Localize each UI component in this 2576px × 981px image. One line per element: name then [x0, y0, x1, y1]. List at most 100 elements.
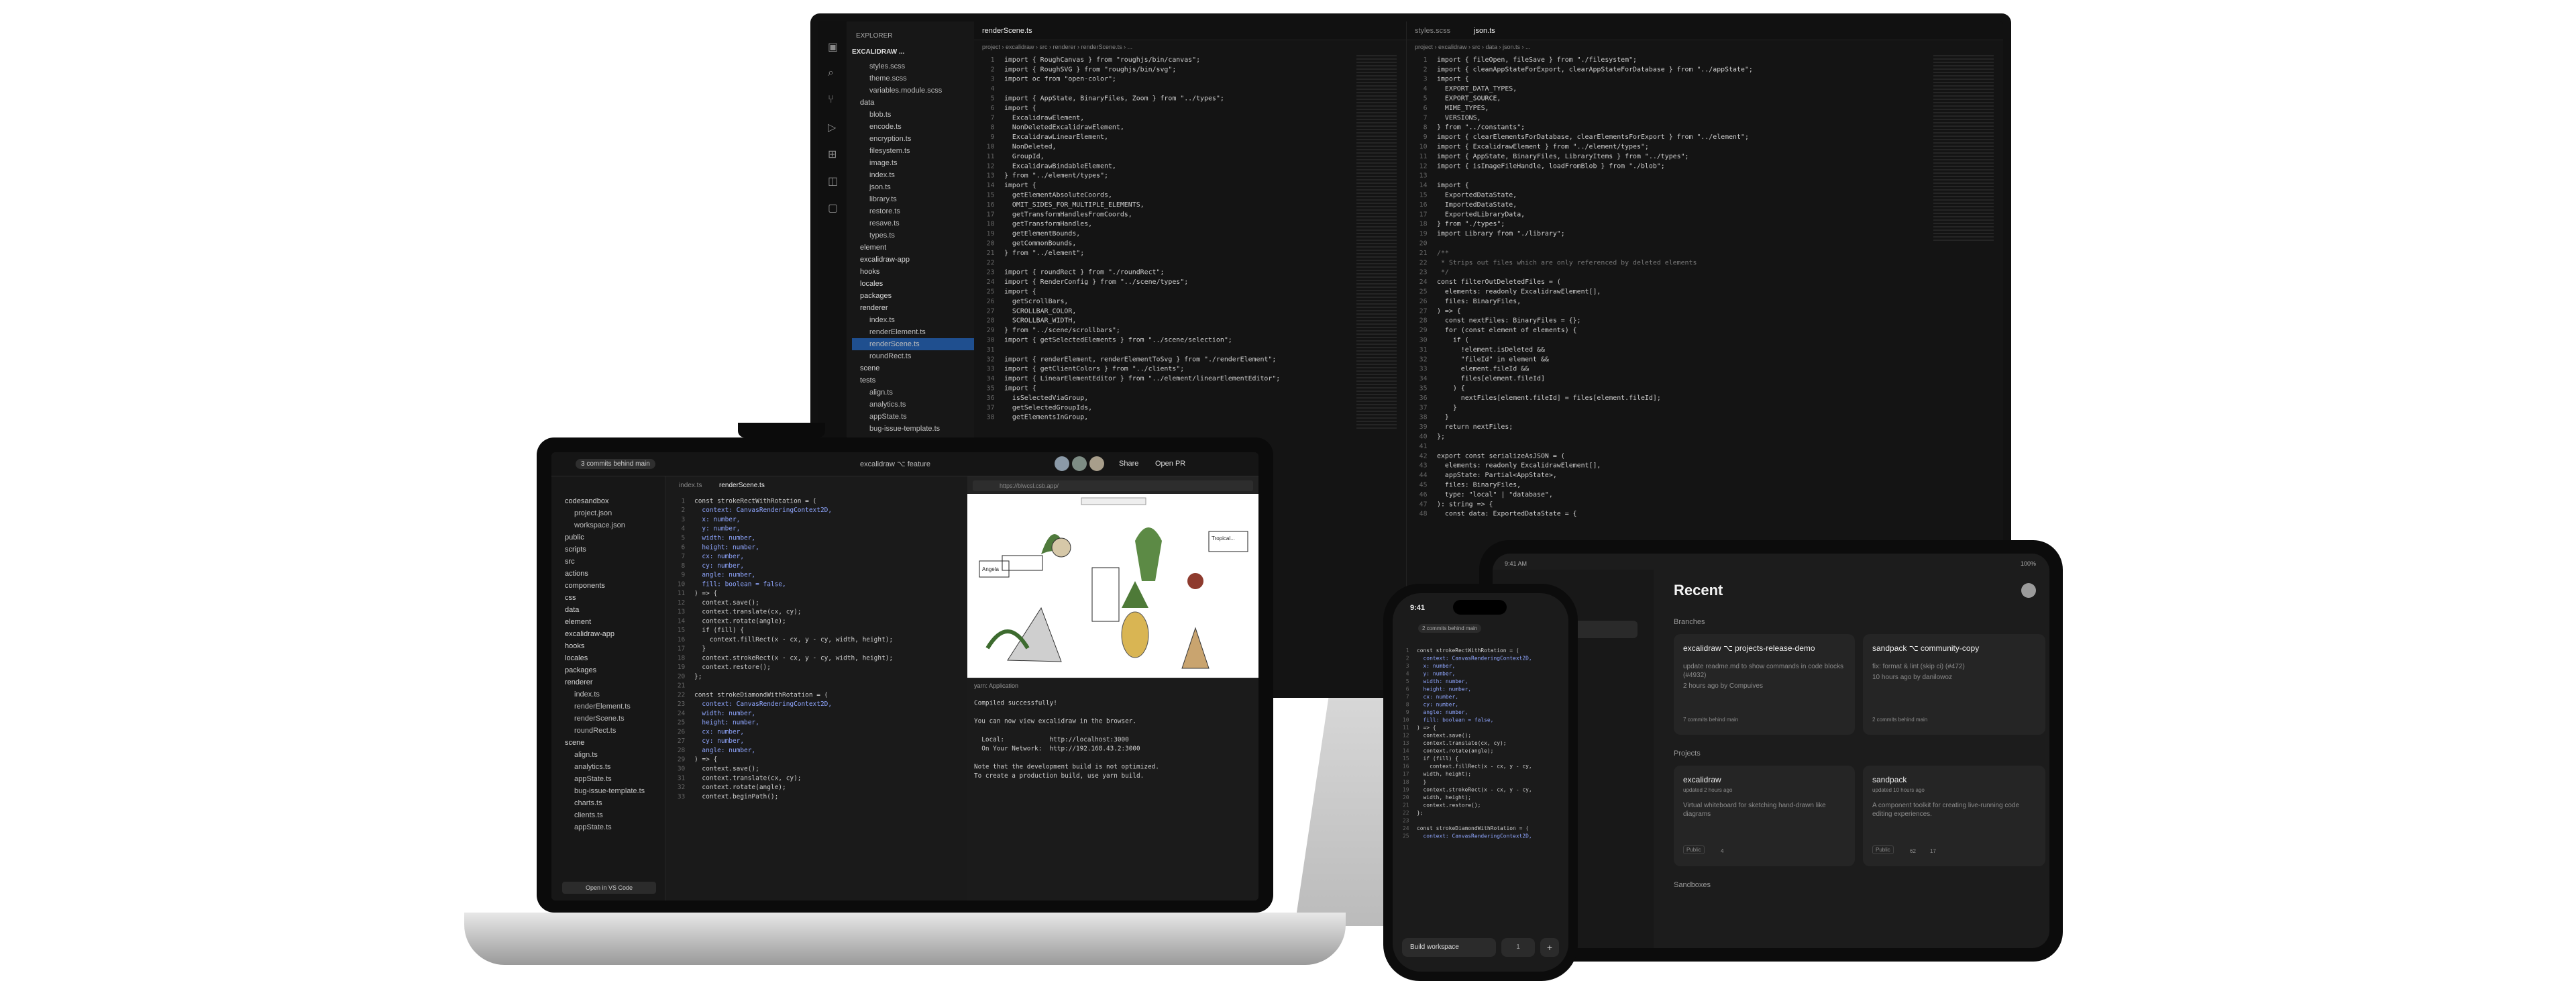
code-line[interactable]: 15 ExportedDataState,: [1407, 191, 1854, 200]
code-area-right[interactable]: 1 import { fileOpen, fileSave } from "./f…: [1407, 55, 1854, 519]
code-line[interactable]: 33 import { getClientColors } from "../cl…: [974, 364, 1312, 374]
url-bar[interactable]: https://blwcsl.csb.app/: [973, 480, 1253, 491]
tree-item[interactable]: renderElement.ts: [557, 701, 664, 713]
code-line[interactable]: 32 import { renderElement, renderElementT…: [974, 354, 1312, 364]
code-line[interactable]: 15 getElementAbsoluteCoords,: [974, 191, 1312, 200]
minimap-right[interactable]: [1933, 55, 1994, 243]
code-line[interactable]: Compiled successfully!: [974, 699, 1214, 708]
code-line[interactable]: 9 angle: number,: [665, 570, 965, 580]
tree-item[interactable]: resave.ts: [852, 217, 974, 229]
code-line[interactable]: 26 cx: number,: [665, 727, 965, 737]
code-line[interactable]: 7 VERSIONS,: [1407, 113, 1854, 122]
tree-item[interactable]: scene: [852, 362, 974, 374]
add-icon[interactable]: +: [1540, 938, 1559, 957]
code-line[interactable]: 22: [974, 258, 1312, 267]
code-line[interactable]: 18} from "./types";: [1407, 219, 1854, 229]
code-line[interactable]: 19 import Library from "./library";: [1407, 229, 1854, 238]
tree-item[interactable]: image.ts: [852, 157, 974, 169]
tree-item[interactable]: renderer: [852, 302, 974, 314]
code-line[interactable]: 23 */: [1407, 268, 1854, 277]
tree-item[interactable]: index.ts: [852, 314, 974, 326]
code-line[interactable]: 15 if (fill) {: [665, 626, 965, 635]
code-line[interactable]: 9 import { clearElementsForDatabase, clea…: [1407, 132, 1854, 142]
tree-item[interactable]: charts.ts: [557, 797, 664, 809]
tab-json[interactable]: json.ts: [1474, 27, 1495, 35]
tab-renderscene[interactable]: renderScene.ts: [719, 482, 765, 489]
tree-item[interactable]: renderScene.ts: [557, 713, 664, 725]
code-line[interactable]: 20: [1407, 239, 1854, 248]
code-line[interactable]: 5 width: number,: [1393, 678, 1552, 686]
code-line[interactable]: 23 import { roundRect } from "./roundRect…: [974, 268, 1312, 277]
tree-item[interactable]: encode.ts: [852, 121, 974, 133]
code-line[interactable]: 2 import { cleanAppStateForExport, clearA…: [1407, 64, 1854, 74]
code-line[interactable]: 5 width: number,: [665, 533, 965, 543]
open-vscode-button[interactable]: Open in VS Code: [562, 882, 656, 894]
code-line[interactable]: Note that the development build is not o…: [974, 762, 1214, 772]
code-line[interactable]: 4: [974, 84, 1312, 93]
code-line[interactable]: 32 context.rotate(angle);: [665, 783, 965, 792]
tree-item[interactable]: align.ts: [852, 386, 974, 399]
code-line[interactable]: 34 import { LinearElementEditor } from ".…: [974, 374, 1312, 383]
code-line[interactable]: 17 ExportedLibraryData,: [1407, 209, 1854, 219]
code-line[interactable]: 8 cy: number,: [1393, 701, 1552, 709]
code-line[interactable]: 9 angle: number,: [1393, 709, 1552, 717]
code-line[interactable]: 8 NonDeletedExcalidrawElement,: [974, 123, 1312, 132]
code-line[interactable]: 1 const strokeRectWithRotation = (: [1393, 647, 1552, 655]
code-line[interactable]: 7 cx: number,: [1393, 693, 1552, 701]
code-line[interactable]: 24 width: number,: [665, 709, 965, 718]
tree-item[interactable]: tests: [852, 374, 974, 386]
avatar[interactable]: [1055, 456, 1069, 471]
tree-item[interactable]: scripts: [557, 544, 664, 556]
source-control-icon[interactable]: ⑂: [828, 94, 835, 106]
tree-item[interactable]: restore.ts: [852, 205, 974, 217]
code-line[interactable]: 18 context.strokeRect(x - cx, y - cy, wi…: [665, 654, 965, 663]
code-line[interactable]: 35 import {: [974, 384, 1312, 393]
tree-item[interactable]: actions: [557, 568, 664, 580]
branch-card[interactable]: excalidraw ⌥ projects-release-demo updat…: [1674, 634, 1855, 735]
code-line[interactable]: 20 width, height);: [1393, 794, 1552, 802]
tree-item[interactable]: index.ts: [557, 688, 664, 701]
code-line[interactable]: 30 if (: [1407, 335, 1854, 345]
tree-item[interactable]: excalidraw-app: [852, 254, 974, 266]
code-line[interactable]: 10 NonDeleted,: [974, 142, 1312, 152]
code-line[interactable]: 3 x: number,: [1393, 662, 1552, 670]
code-line[interactable]: 19 context.strokeRect(x - cx, y - cy,: [1393, 786, 1552, 794]
tree-item[interactable]: appState.ts: [557, 821, 664, 833]
page-counter[interactable]: 1: [1501, 938, 1535, 957]
code-line[interactable]: 22 const strokeDiamondWithRotation = (: [665, 690, 965, 700]
tree-item[interactable]: data: [852, 97, 974, 109]
code-line[interactable]: 28 angle: number,: [665, 746, 965, 756]
code-line[interactable]: 11) => {: [1393, 724, 1552, 732]
code-line[interactable]: 27 cy: number,: [665, 737, 965, 746]
code-line[interactable]: 18 }: [1393, 778, 1552, 786]
search-icon[interactable]: ⌕: [828, 67, 834, 79]
tree-item[interactable]: bug-issue-template.ts: [557, 785, 664, 797]
project-card[interactable]: excalidraw updated 2 hours ago Virtual w…: [1674, 766, 1855, 866]
code-line[interactable]: 1 import { RoughCanvas } from "roughjs/bi…: [974, 55, 1312, 64]
code-line[interactable]: 12 import { isImageFileHandle, loadFromBl…: [1407, 161, 1854, 170]
branch-badge[interactable]: 2 commits behind main: [1418, 624, 1482, 633]
code-line[interactable]: 46 type: "local" | "database",: [1407, 490, 1854, 499]
code-line[interactable]: 24 import { RenderConfig } from "../scene…: [974, 277, 1312, 287]
code-line[interactable]: 17 width, height);: [1393, 770, 1552, 778]
code-line[interactable]: 11 GroupId,: [974, 152, 1312, 161]
code-line[interactable]: 47): string => {: [1407, 499, 1854, 509]
code-line[interactable]: Local: http://localhost:3000: [974, 735, 1214, 744]
code-line[interactable]: 10 fill: boolean = false,: [665, 580, 965, 589]
code-line[interactable]: [974, 708, 1214, 717]
tree-item[interactable]: appState.ts: [557, 773, 664, 785]
code-line[interactable]: 29} from "../scene/scrollbars";: [974, 325, 1312, 335]
code-line[interactable]: 45 files: BinaryFiles,: [1407, 480, 1854, 490]
excalidraw-canvas[interactable]: Angela Tropical...: [967, 494, 1258, 678]
project-name[interactable]: EXCALIDRAW ...: [852, 48, 904, 56]
code-line[interactable]: 20 getCommonBounds,: [974, 239, 1312, 248]
tree-item[interactable]: renderElement.ts: [852, 326, 974, 338]
code-line[interactable]: 6 height: number,: [1393, 686, 1552, 694]
tree-item[interactable]: codesandbox: [557, 495, 664, 507]
code-line[interactable]: 10 import { ExcalidrawElement } from "../…: [1407, 142, 1854, 152]
code-line[interactable]: 22 * Strips out files which are only ref…: [1407, 258, 1854, 267]
code-line[interactable]: 8} from "../constants";: [1407, 123, 1854, 132]
tree-item[interactable]: types.ts: [852, 229, 974, 242]
code-line[interactable]: 5 EXPORT_SOURCE,: [1407, 94, 1854, 103]
code-area[interactable]: 1 import { RoughCanvas } from "roughjs/bi…: [974, 55, 1312, 422]
